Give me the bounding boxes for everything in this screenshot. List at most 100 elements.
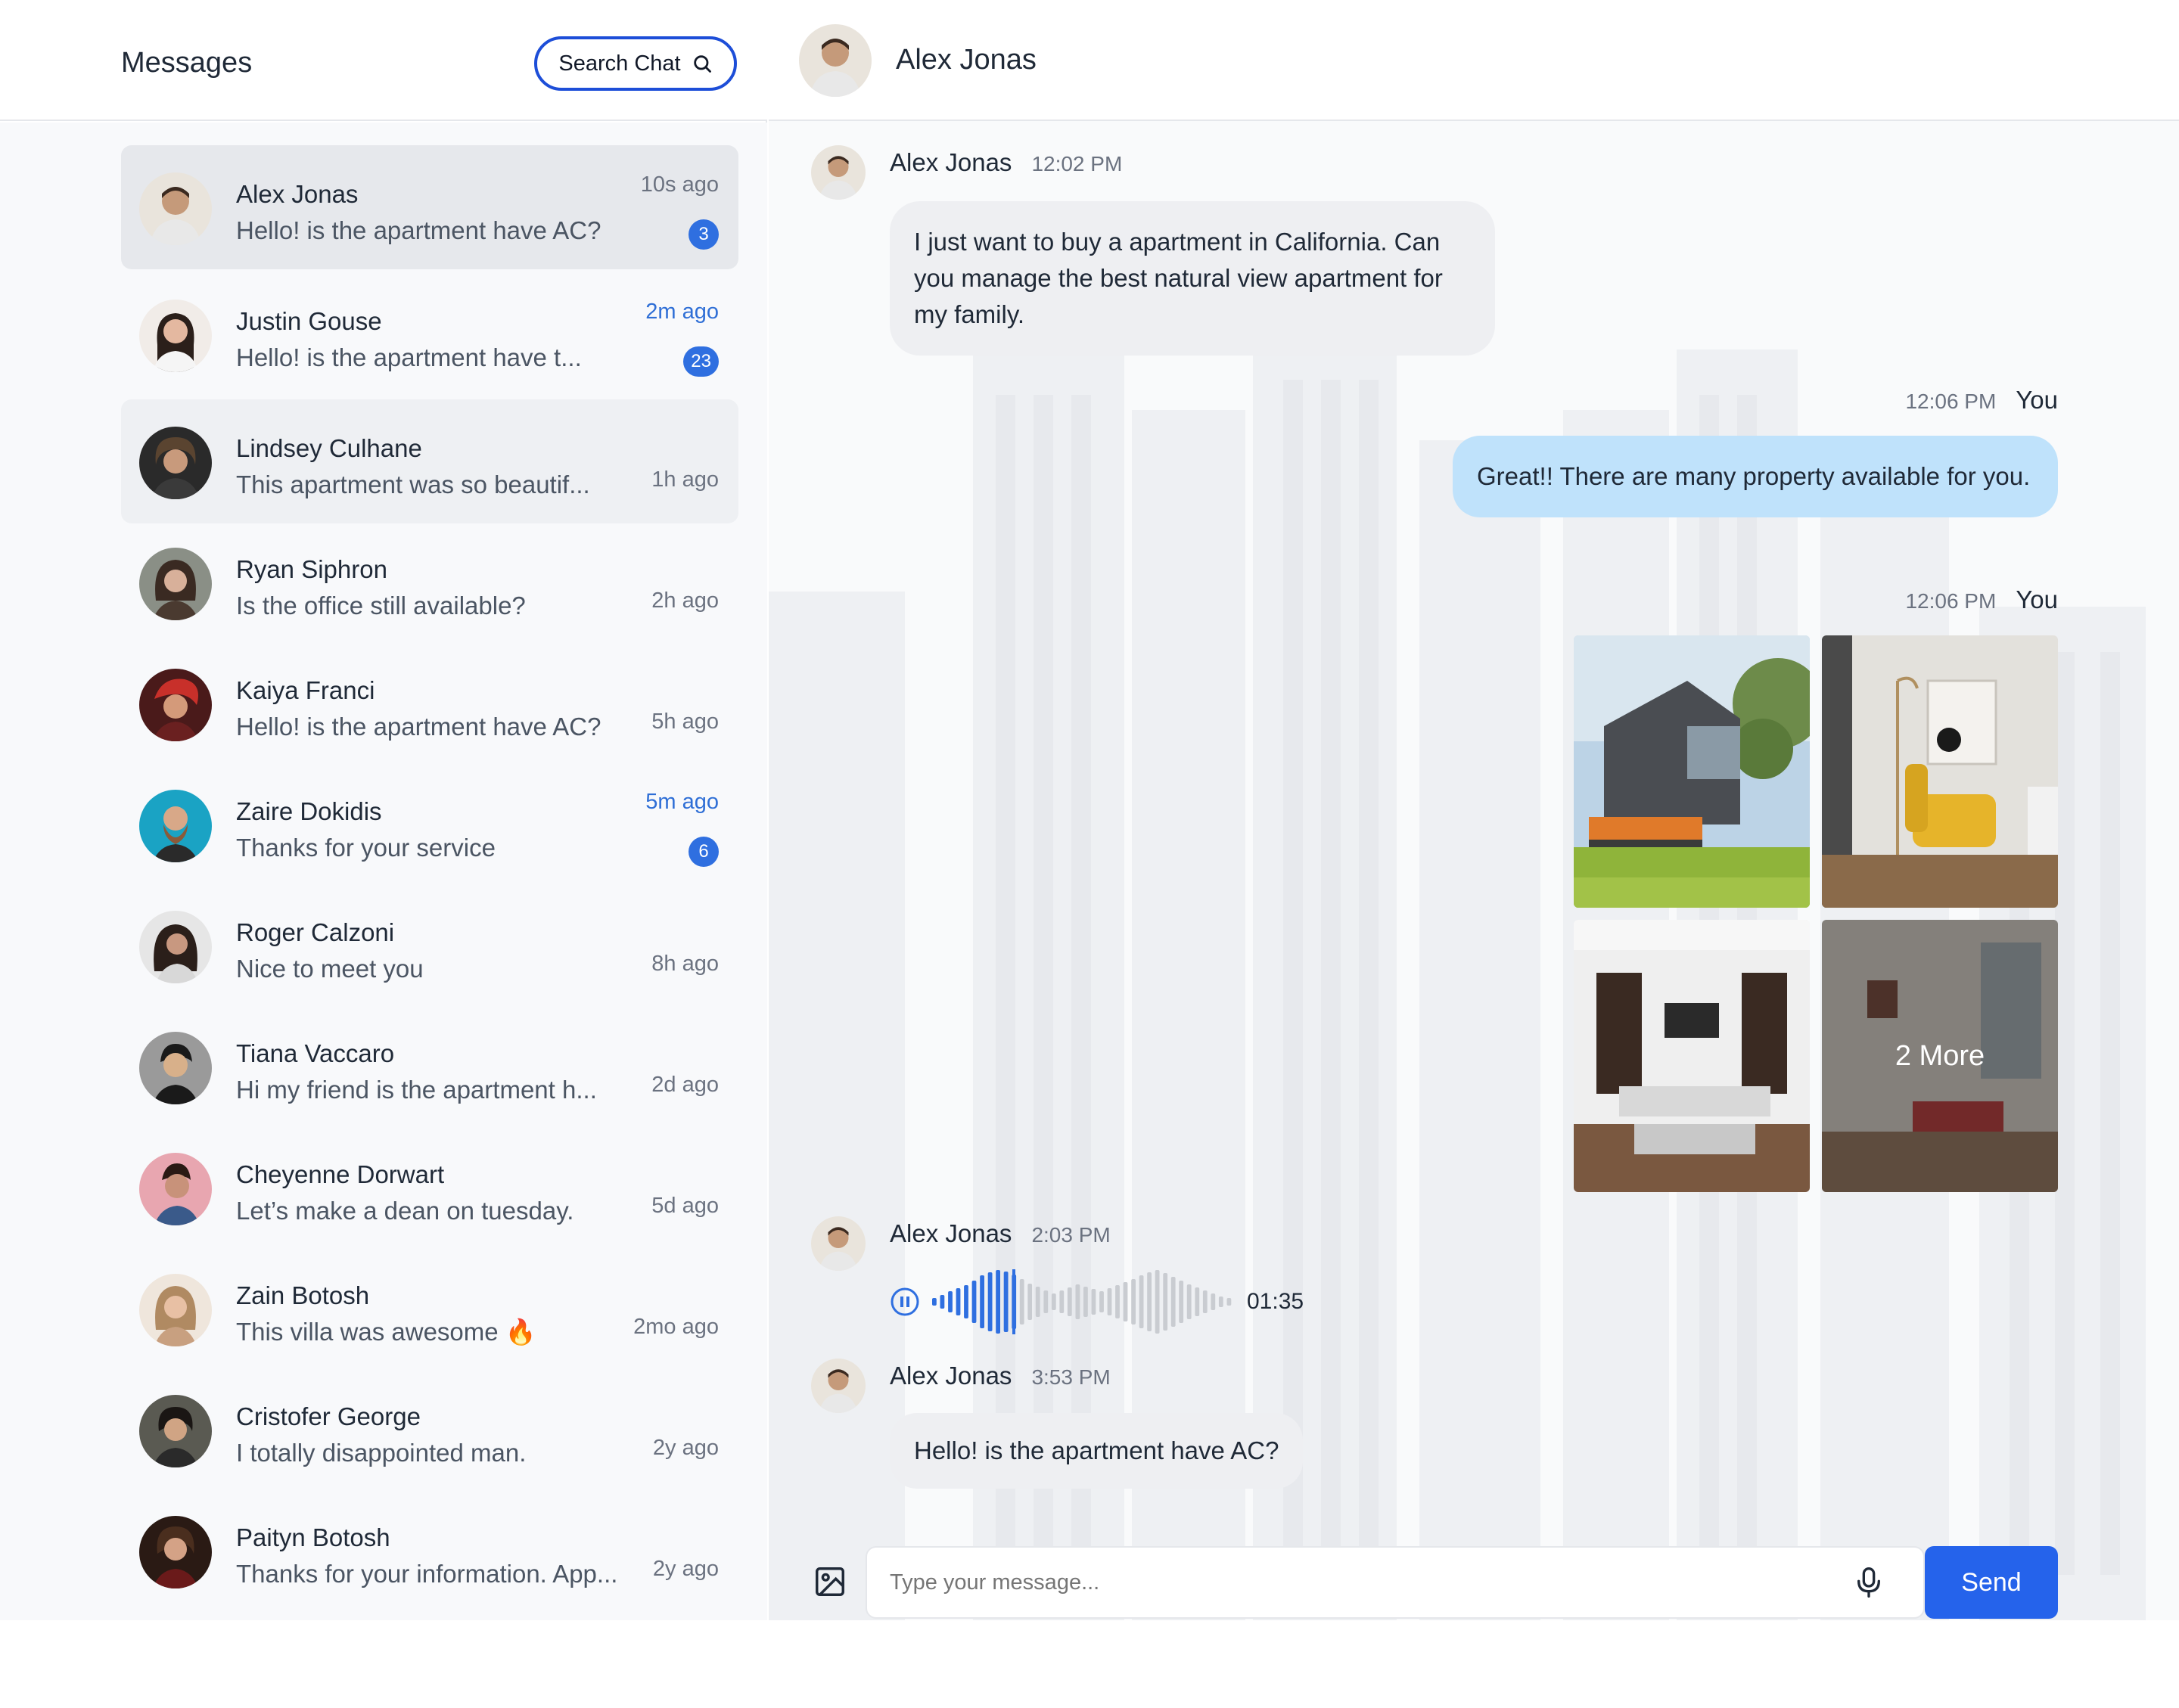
outgoing-message: Great!! There are many property availabl…: [1453, 436, 2058, 517]
conversation-preview: I totally disappointed man.: [236, 1439, 527, 1467]
chat-panel: Alex Jonas Alex Jonas 12:02 PM I just wa…: [769, 0, 2179, 1620]
conversation-time: 2m ago: [645, 300, 719, 324]
image-attach-icon[interactable]: [813, 1564, 847, 1599]
waveform-bar: [1123, 1282, 1128, 1321]
conversation-name: Paityn Botosh: [236, 1523, 390, 1551]
conversation-item[interactable]: Cristofer George I totally disappointed …: [121, 1368, 738, 1492]
waveform-playhead[interactable]: [1012, 1269, 1015, 1334]
conversation-item[interactable]: Roger Calzoni Nice to meet you 8h ago: [121, 884, 738, 1008]
waveform-bar: [956, 1288, 961, 1315]
message-meta: 12:06 PM You: [1905, 585, 2058, 614]
send-button[interactable]: Send: [1925, 1546, 2058, 1619]
microphone-icon[interactable]: [1854, 1566, 1884, 1599]
voice-message: 01:35: [890, 1268, 1304, 1336]
message-time: 12:02 PM: [1031, 152, 1123, 175]
waveform-bar: [1107, 1288, 1112, 1315]
conversation-time: 5m ago: [645, 790, 719, 814]
conversation-item[interactable]: Tiana Vaccaro Hi my friend is the apartm…: [121, 1005, 738, 1129]
property-photo-exterior[interactable]: [1574, 635, 1810, 908]
message-time: 3:53 PM: [1031, 1365, 1111, 1389]
conversation-sidebar: Messages Search Chat Alex Jonas Hello! i…: [0, 0, 767, 1620]
message-meta: 12:06 PM You: [1905, 386, 2058, 415]
conversation-name: Zain Botosh: [236, 1281, 370, 1309]
waveform-bar: [1051, 1293, 1056, 1310]
unread-badge: 23: [683, 346, 719, 377]
conversation-item[interactable]: Ryan Siphron Is the office still availab…: [121, 520, 738, 644]
conversation-item[interactable]: Justin Gouse Hello! is the apartment hav…: [121, 272, 738, 396]
conversation-name: Tiana Vaccaro: [236, 1039, 395, 1067]
sidebar-title: Messages: [121, 47, 253, 79]
conversation-preview: This apartment was so beautif...: [236, 470, 590, 498]
message-meta: Alex Jonas 2:03 PM: [890, 1219, 1111, 1248]
sidebar-header: Messages Search Chat: [0, 0, 767, 121]
avatar: [139, 548, 212, 620]
avatar: [139, 1032, 212, 1104]
sender-avatar: [811, 1359, 866, 1413]
more-photos-overlay[interactable]: 2 More: [1822, 920, 2058, 1192]
conversation-time: 2y ago: [652, 1436, 719, 1460]
waveform-bar: [1003, 1272, 1009, 1332]
avatar: [139, 669, 212, 741]
avatar: [139, 1516, 212, 1588]
waveform-bar: [980, 1275, 984, 1328]
waveform-bar: [1139, 1275, 1144, 1328]
message-meta: Alex Jonas 12:02 PM: [890, 148, 1122, 177]
conversation-preview: Hello! is the apartment have t...: [236, 343, 582, 371]
incoming-message: I just want to buy a apartment in Califo…: [890, 201, 1495, 356]
search-chat-button[interactable]: Search Chat: [534, 36, 737, 91]
conversation-time: 5d ago: [651, 1194, 719, 1218]
conversation-item[interactable]: Lindsey Culhane This apartment was so be…: [121, 399, 738, 523]
pause-icon[interactable]: [890, 1287, 920, 1317]
conversation-item[interactable]: Zaire Dokidis Thanks for your service 5m…: [121, 762, 738, 887]
conversation-name: Kaiya Franci: [236, 676, 375, 704]
conversation-item[interactable]: Paityn Botosh Thanks for your informatio…: [121, 1489, 738, 1613]
conversation-time: 5h ago: [651, 710, 719, 734]
conversation-time: 10s ago: [640, 172, 719, 197]
property-photo-armchair[interactable]: [1822, 635, 2058, 908]
conversation-time: 2h ago: [651, 588, 719, 613]
message-input[interactable]: [866, 1546, 1925, 1619]
waveform-bar: [1115, 1285, 1120, 1318]
waveform-bar: [1027, 1284, 1033, 1320]
conversation-name: Justin Gouse: [236, 307, 382, 335]
conversation-time: 2y ago: [652, 1557, 719, 1581]
conversation-preview: This villa was awesome 🔥: [236, 1318, 536, 1346]
incoming-message: Hello! is the apartment have AC?: [890, 1413, 1304, 1489]
sender-name: Alex Jonas: [890, 1362, 1012, 1390]
waveform-bar: [948, 1291, 953, 1312]
conversation-preview: Let’s make a dean on tuesday.: [236, 1197, 574, 1225]
avatar: [139, 172, 212, 245]
contact-avatar[interactable]: [799, 24, 872, 97]
unread-badge: 6: [689, 837, 719, 867]
voice-waveform[interactable]: [931, 1268, 1233, 1336]
waveform-bar: [971, 1281, 977, 1323]
conversation-name: Roger Calzoni: [236, 918, 395, 946]
conversation-name: Cheyenne Dorwart: [236, 1160, 445, 1188]
conversation-name: Alex Jonas: [236, 180, 359, 208]
waveform-bar: [1170, 1277, 1176, 1327]
waveform-bar: [1043, 1290, 1049, 1313]
avatar: [139, 1153, 212, 1225]
conversation-item[interactable]: Cheyenne Dorwart Let’s make a dean on tu…: [121, 1126, 738, 1250]
conversation-time: 1h ago: [651, 467, 719, 492]
conversation-name: Zaire Dokidis: [236, 797, 382, 825]
property-photo-living-room[interactable]: [1574, 920, 1810, 1192]
waveform-bar: [1075, 1284, 1080, 1319]
chat-header: Alex Jonas: [769, 0, 2179, 121]
waveform-bar: [1211, 1293, 1216, 1310]
conversation-time: 2d ago: [651, 1073, 719, 1097]
property-photo-dining[interactable]: 2 More: [1822, 920, 2058, 1192]
waveform-bar: [996, 1270, 1000, 1334]
waveform-bar: [1179, 1281, 1184, 1323]
search-chat-label: Search Chat: [558, 51, 681, 76]
avatar: [139, 427, 212, 499]
waveform-bar: [1035, 1287, 1040, 1317]
conversation-item[interactable]: Kaiya Franci Hello! is the apartment hav…: [121, 641, 738, 765]
conversation-item[interactable]: Alex Jonas Hello! is the apartment have …: [121, 145, 738, 269]
waveform-bar: [964, 1285, 968, 1318]
avatar: [139, 300, 212, 372]
messaging-app: Messages Search Chat Alex Jonas Hello! i…: [0, 0, 2179, 1620]
conversation-item[interactable]: Zain Botosh This villa was awesome 🔥 2mo…: [121, 1247, 738, 1371]
waveform-bar: [1186, 1284, 1192, 1319]
conversation-preview: Thanks for your service: [236, 834, 496, 862]
